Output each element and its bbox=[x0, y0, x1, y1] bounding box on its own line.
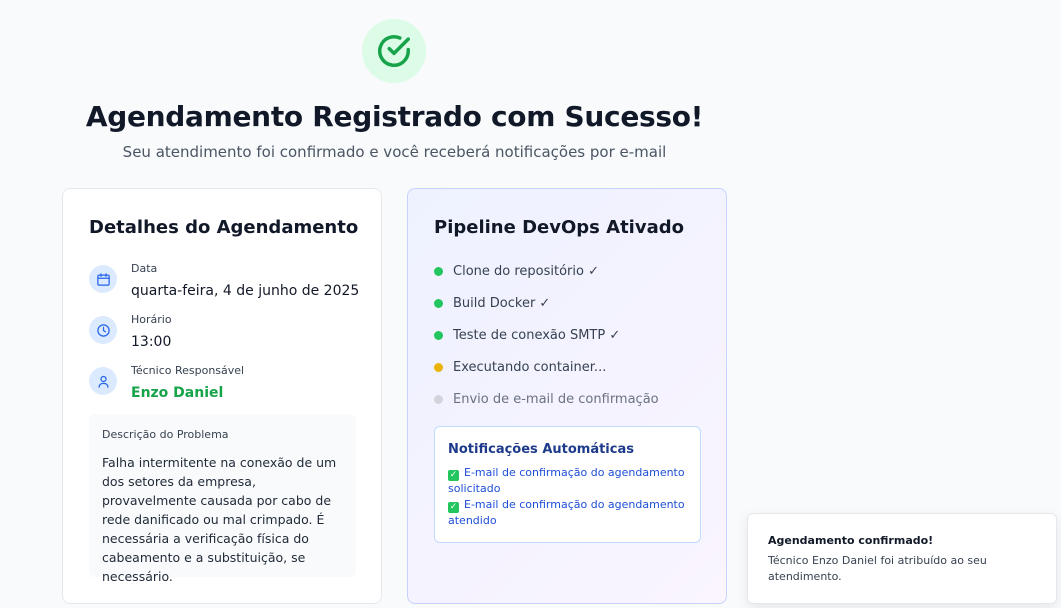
time-label: Horário bbox=[131, 313, 172, 326]
date-value: quarta-feira, 4 de junho de 2025 bbox=[131, 283, 360, 299]
pipeline-card: Pipeline DevOps Ativado Clone do reposit… bbox=[407, 188, 727, 604]
pipeline-step: Clone do repositório ✓ bbox=[434, 264, 599, 279]
user-icon bbox=[98, 375, 108, 388]
details-card-title: Detalhes do Agendamento bbox=[89, 217, 359, 238]
notifications-box: Notificações Automáticas ✓ E-mail de conf… bbox=[434, 426, 701, 543]
status-dot-done bbox=[434, 299, 443, 308]
pipeline-step: Executando container... bbox=[434, 360, 606, 375]
date-row: Data quarta-feira, 4 de junho de 2025 bbox=[89, 262, 359, 300]
pipeline-step-label: Build Docker ✓ bbox=[453, 296, 551, 311]
status-dot-done bbox=[434, 331, 443, 340]
details-card: Detalhes do Agendamento Data quarta-feir… bbox=[62, 188, 382, 604]
tech-value: Enzo Daniel bbox=[131, 385, 224, 401]
checkmark-box-icon: ✓ bbox=[448, 470, 459, 481]
date-label: Data bbox=[131, 262, 158, 275]
notification-item: ✓ E-mail de confirmação do agendamento so… bbox=[448, 465, 687, 497]
pipeline-card-title: Pipeline DevOps Ativado bbox=[434, 217, 684, 238]
pipeline-step: Envio de e-mail de confirmação bbox=[434, 392, 659, 407]
time-icon-wrapper bbox=[89, 316, 117, 344]
tech-label: Técnico Responsável bbox=[131, 364, 245, 377]
success-badge bbox=[362, 19, 426, 83]
time-row: Horário 13:00 bbox=[89, 313, 172, 351]
toast-notification[interactable]: Agendamento confirmado! Técnico Enzo Dan… bbox=[747, 513, 1057, 604]
description-label: Descrição do Problema bbox=[102, 428, 229, 441]
notification-item-text: E-mail de confirmação do agendamento ate… bbox=[448, 498, 685, 527]
time-value: 13:00 bbox=[131, 334, 172, 350]
pipeline-step-label: Executando container... bbox=[453, 360, 607, 375]
description-box: Descrição do Problema Falha intermitente… bbox=[89, 414, 356, 584]
toast-text: Técnico Enzo Daniel foi atribuído ao seu… bbox=[768, 554, 987, 583]
toast-title: Agendamento confirmado! bbox=[768, 534, 934, 547]
date-icon-wrapper bbox=[89, 265, 117, 293]
pipeline-step: Build Docker ✓ bbox=[434, 296, 550, 311]
calendar-icon bbox=[96, 272, 110, 286]
pipeline-step-label: Clone do repositório ✓ bbox=[453, 264, 599, 279]
pipeline-step: Teste de conexão SMTP ✓ bbox=[434, 328, 620, 343]
description-text: Falha intermitente na conexão de um dos … bbox=[102, 455, 337, 584]
tech-icon-wrapper bbox=[89, 367, 117, 395]
page-title: Agendamento Registrado com Sucesso! bbox=[85, 100, 704, 133]
checkmark-box-icon: ✓ bbox=[448, 502, 459, 513]
pipeline-step-label: Envio de e-mail de confirmação bbox=[453, 392, 659, 407]
page-subtitle: Seu atendimento foi confirmado e você re… bbox=[122, 143, 667, 161]
clock-icon bbox=[96, 323, 110, 337]
pipeline-step-label: Teste de conexão SMTP ✓ bbox=[453, 328, 621, 343]
notification-item-text: E-mail de confirmação do agendamento sol… bbox=[448, 466, 685, 495]
tech-row: Técnico Responsável Enzo Daniel bbox=[89, 364, 244, 402]
notifications-title: Notificações Automáticas bbox=[448, 442, 634, 457]
status-dot-running bbox=[434, 363, 443, 372]
status-dot-done bbox=[434, 267, 443, 276]
notification-item: ✓ E-mail de confirmação do agendamento at… bbox=[448, 497, 687, 529]
check-circle-icon bbox=[378, 35, 410, 67]
status-dot-pending bbox=[434, 395, 443, 404]
